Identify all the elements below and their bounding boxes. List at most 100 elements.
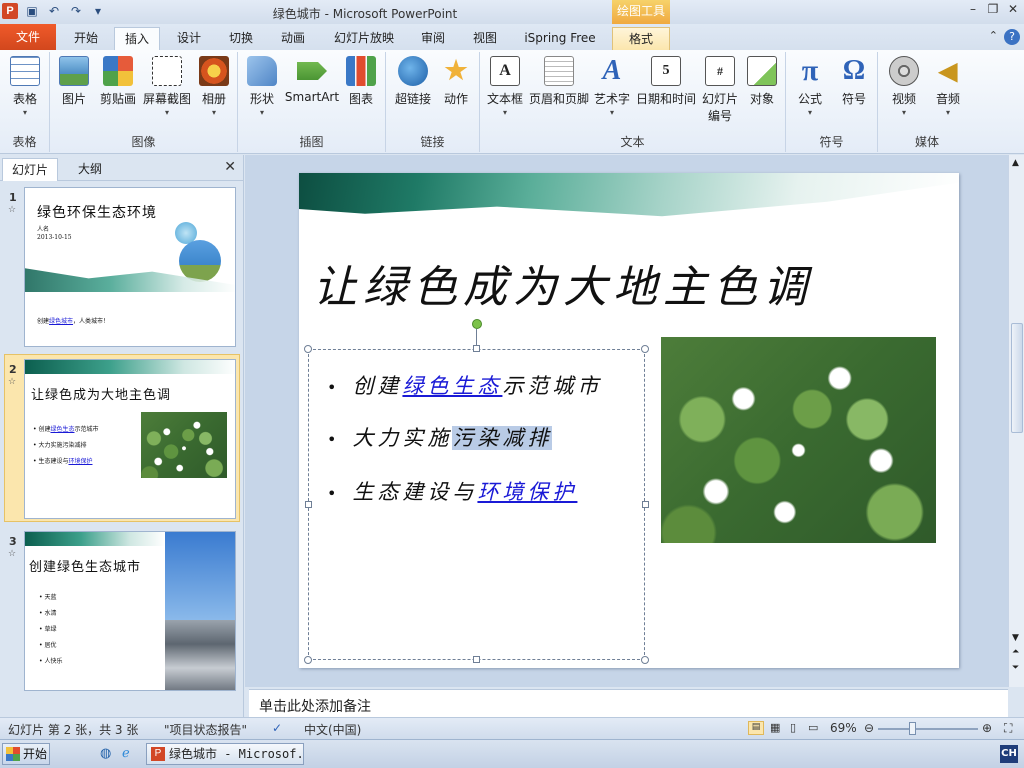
tab-file[interactable]: 文件: [0, 24, 56, 50]
restore-icon[interactable]: ❐: [986, 2, 1000, 16]
minimize-ribbon-icon[interactable]: ⌃: [989, 29, 998, 42]
group-label-tables: 表格: [12, 135, 37, 149]
slide-sorter-icon[interactable]: ▦: [770, 721, 780, 734]
tab-transitions[interactable]: 切换: [220, 27, 262, 50]
textbox-button[interactable]: A 文本框 ▾: [484, 56, 526, 117]
chart-button[interactable]: 图表: [342, 56, 380, 107]
tab-review[interactable]: 审阅: [412, 27, 454, 50]
group-text: A 文本框 ▾ 页眉和页脚 A 艺术字 ▾ 5 日期和时间 # 幻灯片 编号 对…: [480, 52, 786, 152]
next-slide-icon[interactable]: ⏷: [1012, 663, 1019, 673]
resize-handle-bottom-left[interactable]: [304, 656, 312, 664]
ime-indicator[interactable]: CH: [1000, 745, 1018, 763]
spellcheck-icon[interactable]: ✓: [272, 721, 282, 735]
group-label-illustrations: 插图: [299, 135, 324, 149]
zoom-out-icon[interactable]: ⊖: [864, 721, 874, 735]
notes-pane[interactable]: 单击此处添加备注: [249, 689, 1008, 717]
tab-ispring[interactable]: iSpring Free: [516, 27, 604, 50]
group-images: 图片 剪贴画 屏幕截图 ▾ 相册 ▾ 图像: [50, 52, 238, 152]
powerpoint-taskbar-icon: P: [151, 747, 165, 761]
thumb2-title: 让绿色成为大地主色调: [31, 388, 172, 403]
tab-insert[interactable]: 插入: [114, 27, 160, 50]
video-button[interactable]: 视频 ▾: [884, 56, 924, 117]
bullet-item-3[interactable]: • 生态建设与环境保护: [327, 476, 577, 506]
header-footer-button[interactable]: 页眉和页脚: [528, 56, 590, 107]
zoom-in-icon[interactable]: ⊕: [982, 721, 992, 735]
previous-slide-icon[interactable]: ⏶: [1012, 647, 1019, 657]
slide-title[interactable]: 让绿色成为大地主色调: [313, 251, 813, 315]
slide-canvas[interactable]: 让绿色成为大地主色调 • 创建绿色生态示范城市 • 大力实施污染减排 • 生态建设与环…: [299, 173, 959, 668]
screenshot-button[interactable]: 屏幕截图 ▾: [140, 56, 194, 117]
smartart-button[interactable]: SmartArt: [284, 56, 340, 104]
slide-thumbnail-3[interactable]: 创建绿色生态城市 • 天蓝 • 水清 • 草绿 • 居优 • 人快乐: [24, 531, 236, 691]
rotate-handle[interactable]: [472, 319, 482, 329]
calendar-icon: 5: [651, 56, 681, 86]
slideshow-view-icon[interactable]: ▭: [808, 721, 818, 734]
resize-handle-bottom[interactable]: [473, 656, 480, 663]
zoom-slider-knob[interactable]: [909, 722, 916, 735]
taskbar-powerpoint-item[interactable]: P 绿色城市 - Microsof...: [146, 743, 304, 765]
ribbon-insert: 表格 ▾ 表格 图片 剪贴画 屏幕截图 ▾ 相册 ▾ 图像 形状 ▾ Smart…: [0, 50, 1024, 154]
tab-design[interactable]: 设计: [168, 27, 210, 50]
tab-slideshow[interactable]: 幻灯片放映: [326, 27, 402, 50]
drawing-tools-context-label: 绘图工具: [612, 0, 670, 24]
zoom-level[interactable]: 69%: [830, 721, 857, 735]
waterlily-photo[interactable]: [661, 337, 936, 543]
resize-handle-bottom-right[interactable]: [641, 656, 649, 664]
action-star-icon: ★: [444, 56, 468, 85]
picture-button[interactable]: 图片: [56, 56, 92, 107]
close-icon[interactable]: ✕: [1006, 2, 1020, 16]
table-button[interactable]: 表格 ▾: [5, 56, 45, 117]
bullet-item-1[interactable]: • 创建绿色生态示范城市: [327, 370, 602, 400]
normal-view-icon[interactable]: ▤: [748, 721, 764, 735]
scroll-down-icon[interactable]: ▼: [1012, 633, 1019, 643]
editor-vertical-scrollbar[interactable]: ▲ ▼ ⏶ ⏷: [1008, 155, 1024, 687]
equation-button[interactable]: π 公式 ▾: [792, 54, 828, 117]
close-pane-icon[interactable]: ✕: [224, 159, 236, 175]
scrollbar-thumb[interactable]: [1011, 323, 1023, 433]
zoom-slider-track[interactable]: [878, 728, 978, 730]
hyperlink-button[interactable]: 超链接: [390, 56, 436, 107]
datetime-button[interactable]: 5 日期和时间: [634, 56, 698, 107]
reading-view-icon[interactable]: ▯: [790, 721, 796, 734]
tab-format[interactable]: 格式: [612, 27, 670, 50]
action-button[interactable]: ★ 动作: [438, 56, 474, 107]
start-button[interactable]: 开始: [2, 743, 50, 765]
browser-icon[interactable]: ℯ: [122, 746, 130, 761]
table-icon: [10, 56, 40, 86]
thumb3-bullet-1: • 天蓝: [39, 594, 57, 601]
audio-button[interactable]: ◀ 音频 ▾: [928, 56, 968, 118]
body-textbox[interactable]: • 创建绿色生态示范城市 • 大力实施污染减排 • 生态建设与环境保护: [308, 349, 645, 660]
tab-animations[interactable]: 动画: [272, 27, 314, 50]
scroll-up-icon[interactable]: ▲: [1012, 158, 1019, 168]
bullet-item-2[interactable]: • 大力实施污染减排: [327, 422, 553, 452]
thumb3-title: 创建绿色生态城市: [29, 560, 142, 575]
tab-slides[interactable]: 幻灯片: [2, 158, 58, 181]
symbol-button[interactable]: Ω 符号: [836, 55, 872, 107]
language-status[interactable]: 中文(中国): [304, 721, 361, 738]
object-button[interactable]: 对象: [744, 56, 780, 107]
fit-to-window-icon[interactable]: ⛶: [1004, 721, 1012, 736]
resize-handle-top[interactable]: [473, 345, 480, 352]
clipart-button[interactable]: 剪贴画: [96, 56, 140, 107]
resize-handle-right[interactable]: [642, 501, 649, 508]
photo-album-icon: [199, 56, 229, 86]
tab-view[interactable]: 视图: [464, 27, 506, 50]
slide-thumbnail-2[interactable]: 让绿色成为大地主色调 • 创建绿色生态示范城市 • 大力实施污染减排 • 生态建…: [24, 359, 236, 519]
resize-handle-top-right[interactable]: [641, 345, 649, 353]
tab-home[interactable]: 开始: [66, 27, 106, 50]
thumb3-bullet-4: • 居优: [39, 642, 57, 649]
resize-handle-top-left[interactable]: [304, 345, 312, 353]
shapes-button[interactable]: 形状 ▾: [244, 56, 280, 117]
minimize-icon[interactable]: –: [966, 2, 980, 16]
help-icon[interactable]: ?: [1004, 29, 1020, 45]
slide-thumbnail-1[interactable]: 绿色环保生态环境 人名 2013-10-15 创建绿色城市，人类城市！: [24, 187, 236, 347]
group-label-media: 媒体: [914, 135, 939, 149]
album-button[interactable]: 相册 ▾: [196, 56, 232, 117]
wordart-button[interactable]: A 艺术字 ▾: [592, 55, 632, 117]
desktop-icon[interactable]: ◍: [100, 746, 111, 761]
slide-number-button[interactable]: # 幻灯片 编号: [698, 56, 742, 124]
tab-outline[interactable]: 大纲: [62, 158, 118, 181]
resize-handle-left[interactable]: [305, 501, 312, 508]
windows-logo-icon: [6, 747, 20, 761]
dropdown-arrow-icon: ▾: [22, 108, 27, 117]
